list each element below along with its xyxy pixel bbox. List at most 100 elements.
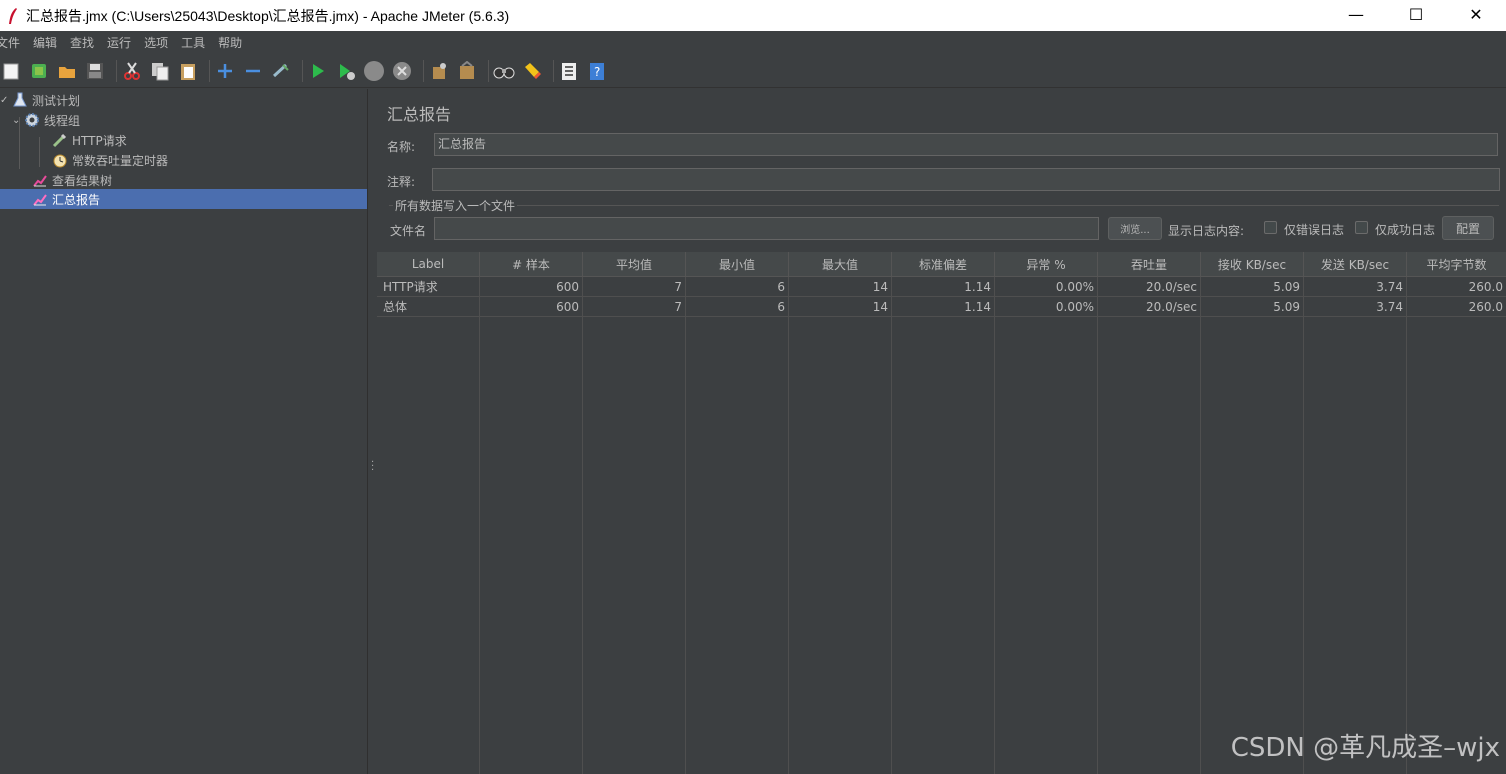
menu-run[interactable]: 运行 bbox=[107, 34, 137, 51]
chevron-down-icon[interactable]: ⌄ bbox=[12, 115, 24, 126]
shutdown-icon[interactable] bbox=[391, 60, 413, 82]
toggle-icon[interactable] bbox=[270, 60, 292, 82]
tree-item-aggregate-report[interactable]: 汇总报告 bbox=[0, 189, 367, 209]
open-icon[interactable] bbox=[56, 60, 78, 82]
table-cell: 600 bbox=[480, 277, 583, 297]
title-bar: 汇总报告.jmx (C:\Users\25043\Desktop\汇总报告.jm… bbox=[0, 0, 1506, 31]
menu-file[interactable]: 文件 bbox=[0, 34, 26, 51]
tree-item-view-results-tree[interactable]: 查看结果树 bbox=[32, 170, 367, 190]
comment-field[interactable] bbox=[432, 168, 1500, 191]
split-pane-divider[interactable]: · · · bbox=[367, 89, 377, 774]
stop-icon[interactable] bbox=[363, 60, 385, 82]
table-row[interactable]: HTTP请求 600 7 6 14 1.14 0.00% 20.0/sec 5.… bbox=[377, 277, 1506, 297]
table-cell: 总体 bbox=[377, 297, 480, 317]
start-icon[interactable] bbox=[307, 60, 329, 82]
column-header[interactable]: 标准偏差 bbox=[892, 252, 995, 277]
table-cell: 20.0/sec bbox=[1098, 277, 1201, 297]
table-cell: 0.00% bbox=[995, 297, 1098, 317]
column-divider bbox=[1406, 277, 1407, 774]
function-helper-icon[interactable] bbox=[558, 60, 580, 82]
cut-icon[interactable] bbox=[121, 60, 143, 82]
column-header[interactable]: 吞吐量 bbox=[1098, 252, 1201, 277]
table-cell: 6 bbox=[686, 277, 789, 297]
menu-options[interactable]: 选项 bbox=[144, 34, 174, 51]
column-header[interactable]: 接收 KB/sec bbox=[1201, 252, 1304, 277]
menu-tools[interactable]: 工具 bbox=[181, 34, 211, 51]
save-icon[interactable] bbox=[84, 60, 106, 82]
jmeter-feather-icon bbox=[6, 7, 20, 24]
pipette-icon bbox=[52, 132, 68, 148]
close-button[interactable]: ✕ bbox=[1446, 0, 1506, 28]
tree-item-http-request[interactable]: HTTP请求 bbox=[52, 130, 367, 150]
listener-icon bbox=[32, 191, 48, 207]
column-divider bbox=[1200, 277, 1201, 774]
column-header[interactable]: 发送 KB/sec bbox=[1304, 252, 1407, 277]
clear-all-icon[interactable] bbox=[456, 60, 478, 82]
column-divider bbox=[1303, 277, 1304, 774]
table-cell: 5.09 bbox=[1201, 297, 1304, 317]
fieldset-title: 所有数据写入一个文件 bbox=[393, 197, 518, 214]
menu-edit[interactable]: 编辑 bbox=[33, 34, 63, 51]
column-header[interactable]: 平均值 bbox=[583, 252, 686, 277]
errors-only-checkbox[interactable] bbox=[1264, 221, 1277, 234]
column-divider bbox=[994, 277, 995, 774]
column-header[interactable]: Label bbox=[377, 252, 480, 277]
maximize-button[interactable]: ☐ bbox=[1386, 0, 1446, 28]
paste-icon[interactable] bbox=[177, 60, 199, 82]
tree-item-label: 测试计划 bbox=[32, 93, 81, 108]
table-cell: 14 bbox=[789, 297, 892, 317]
column-header[interactable]: # 样本 bbox=[480, 252, 583, 277]
column-header[interactable]: 最小值 bbox=[686, 252, 789, 277]
column-header[interactable]: 最大值 bbox=[789, 252, 892, 277]
templates-icon[interactable] bbox=[28, 60, 50, 82]
column-divider bbox=[582, 277, 583, 774]
tree-item-label: 常数吞吐量定时器 bbox=[72, 153, 169, 168]
collapse-icon[interactable] bbox=[242, 60, 264, 82]
drag-handle-icon[interactable]: · · · bbox=[371, 458, 374, 476]
tree-item-label: HTTP请求 bbox=[72, 133, 127, 148]
listener-icon bbox=[32, 172, 48, 188]
table-cell: 1.14 bbox=[892, 297, 995, 317]
column-divider bbox=[1097, 277, 1098, 774]
success-only-checkbox[interactable] bbox=[1355, 221, 1368, 234]
tree-item-label: 汇总报告 bbox=[52, 192, 101, 207]
toolbar-separator bbox=[423, 60, 424, 82]
table-cell: 14 bbox=[789, 277, 892, 297]
reset-search-icon[interactable] bbox=[521, 60, 543, 82]
window-title: 汇总报告.jmx (C:\Users\25043\Desktop\汇总报告.jm… bbox=[26, 7, 510, 24]
copy-icon[interactable] bbox=[149, 60, 171, 82]
timer-icon bbox=[52, 152, 68, 168]
browse-button[interactable]: 浏览... bbox=[1108, 217, 1162, 240]
comment-label: 注释: bbox=[387, 175, 416, 189]
table-cell: 600 bbox=[480, 297, 583, 317]
start-no-pause-icon[interactable] bbox=[335, 60, 357, 82]
tree-item-thread-group[interactable]: ⌄ 线程组 bbox=[12, 110, 367, 130]
tree-item-constant-throughput-timer[interactable]: 常数吞吐量定时器 bbox=[52, 150, 367, 170]
clear-icon[interactable] bbox=[428, 60, 450, 82]
menu-search[interactable]: 查找 bbox=[70, 34, 100, 51]
configure-button[interactable]: 配置 bbox=[1442, 216, 1494, 240]
search-icon[interactable] bbox=[493, 60, 515, 82]
table-cell: 7 bbox=[583, 277, 686, 297]
help-icon[interactable]: ? bbox=[586, 60, 608, 82]
filename-field[interactable] bbox=[434, 217, 1099, 240]
minimize-button[interactable]: — bbox=[1326, 0, 1386, 28]
name-label: 名称: bbox=[387, 140, 416, 154]
new-icon[interactable] bbox=[0, 60, 22, 82]
gear-icon bbox=[24, 112, 40, 128]
log-content-label: 显示日志内容: bbox=[1168, 224, 1245, 238]
tree-guide-line bbox=[39, 137, 40, 167]
table-row[interactable]: 总体 600 7 6 14 1.14 0.00% 20.0/sec 5.09 3… bbox=[377, 297, 1506, 317]
column-header[interactable]: 平均字节数 bbox=[1407, 252, 1506, 277]
column-header[interactable]: 异常 % bbox=[995, 252, 1098, 277]
menu-help[interactable]: 帮助 bbox=[218, 34, 248, 51]
watermark: CSDN @革凡成圣–wjx bbox=[1230, 733, 1500, 763]
expand-arrow-icon[interactable]: ✓ bbox=[0, 95, 12, 106]
tree-item-test-plan[interactable]: ✓ 测试计划 bbox=[0, 90, 367, 110]
expand-icon[interactable] bbox=[214, 60, 236, 82]
table-cell: HTTP请求 bbox=[377, 277, 480, 297]
tree-item-label: 查看结果树 bbox=[52, 173, 113, 188]
table-cell: 0.00% bbox=[995, 277, 1098, 297]
toolbar-separator bbox=[488, 60, 489, 82]
name-field[interactable]: 汇总报告 bbox=[434, 133, 1498, 156]
